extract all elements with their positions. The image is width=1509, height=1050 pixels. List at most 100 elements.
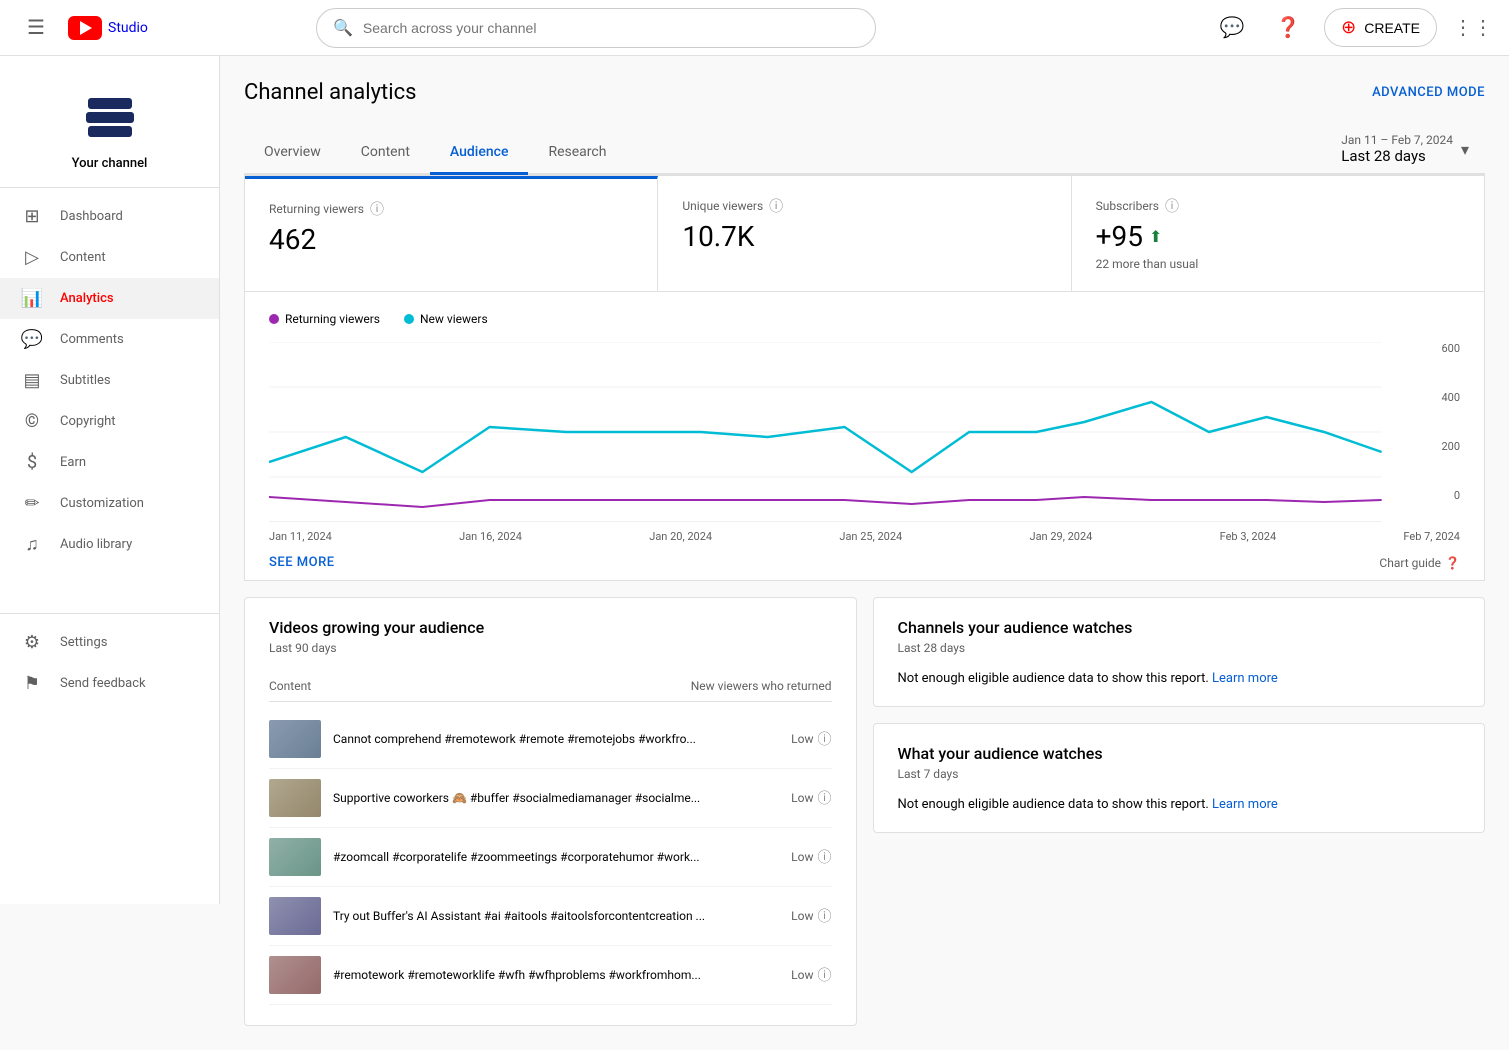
what-watches-learn-more-link[interactable]: Learn more [1212, 797, 1278, 812]
sidebar-item-customization[interactable]: ✏ Customization [0, 483, 219, 524]
x-label-4: Jan 29, 2024 [1030, 530, 1093, 543]
what-watches-empty-text: Not enough eligible audience data to sho… [898, 797, 1461, 812]
sidebar-item-comments[interactable]: 💬 Comments [0, 319, 219, 360]
what-watches-panel: What your audience watches Last 7 days N… [873, 723, 1486, 833]
tab-audience[interactable]: Audience [430, 132, 529, 175]
apps-icon-button[interactable]: ⋮⋮ [1453, 8, 1493, 48]
search-bar[interactable]: 🔍 [316, 8, 876, 48]
x-label-1: Jan 16, 2024 [459, 530, 522, 543]
apps-icon: ⋮⋮ [1453, 15, 1493, 40]
copyright-icon: © [20, 411, 44, 432]
channels-watches-title: Channels your audience watches [898, 618, 1461, 637]
info-icon-video0[interactable]: ⓘ [818, 729, 832, 749]
video-badge: Low ⓘ [791, 729, 831, 749]
info-icon-unique[interactable]: ⓘ [769, 196, 783, 216]
dashboard-icon: ⊞ [20, 206, 44, 227]
stat-value-subscribers: +95 ⬆ [1096, 220, 1460, 253]
comments-nav-icon: 💬 [20, 329, 44, 350]
logo-link[interactable]: Studio [68, 16, 148, 40]
stats-row: Returning viewers ⓘ 462 Unique viewers ⓘ… [244, 175, 1485, 292]
video-row[interactable]: Try out Buffer's AI Assistant #ai #aitoo… [269, 887, 832, 946]
video-thumbnail [269, 956, 321, 994]
sidebar-item-earn[interactable]: $ Earn [0, 442, 219, 483]
table-header: Content New viewers who returned [269, 671, 832, 702]
sidebar-item-subtitles[interactable]: ▤ Subtitles [0, 360, 219, 401]
sidebar-item-send-feedback[interactable]: ⚑ Send feedback [0, 663, 219, 704]
chart-legend: Returning viewers New viewers [269, 312, 1460, 326]
stat-label-subscribers: Subscribers ⓘ [1096, 196, 1460, 216]
info-icon[interactable]: ⓘ [370, 199, 384, 219]
chart-guide-button[interactable]: Chart guide ❓ [1379, 556, 1460, 570]
info-icon-video4[interactable]: ⓘ [818, 965, 832, 985]
stat-card-subscribers[interactable]: Subscribers ⓘ +95 ⬆ 22 more than usual [1072, 176, 1484, 291]
date-range-picker[interactable]: Jan 11 – Feb 7, 2024 Last 28 days ▾ [1325, 125, 1485, 173]
info-icon-video2[interactable]: ⓘ [818, 847, 832, 867]
create-button[interactable]: ⊕ CREATE [1324, 8, 1437, 47]
chart-area: Returning viewers New viewers 600 400 20… [244, 292, 1485, 581]
comments-icon: 💬 [1220, 15, 1245, 40]
sidebar-item-label: Comments [60, 332, 124, 347]
video-row[interactable]: #zoomcall #corporatelife #zoommeetings #… [269, 828, 832, 887]
stat-card-returning-viewers[interactable]: Returning viewers ⓘ 462 [245, 176, 658, 291]
sidebar-item-label: Copyright [60, 414, 116, 429]
video-row[interactable]: Cannot comprehend #remotework #remote #r… [269, 710, 832, 769]
date-range-label: Jan 11 – Feb 7, 2024 [1341, 133, 1453, 147]
video-row[interactable]: #remotework #remoteworklife #wfh #wfhpro… [269, 946, 832, 1005]
videos-growing-panel: Videos growing your audience Last 90 day… [244, 597, 857, 1026]
sidebar-item-label: Send feedback [60, 676, 146, 691]
sidebar-item-label: Analytics [60, 291, 114, 306]
analytics-icon: 📊 [20, 288, 44, 309]
video-thumbnail [269, 838, 321, 876]
search-input[interactable] [363, 20, 859, 36]
sidebar-item-content[interactable]: ▷ Content [0, 237, 219, 278]
tab-research[interactable]: Research [528, 132, 626, 175]
chart-footer: SEE MORE Chart guide ❓ [269, 555, 1460, 570]
video-row[interactable]: Supportive coworkers 🙈 #buffer #socialme… [269, 769, 832, 828]
sidebar-item-audio-library[interactable]: ♫ Audio library [0, 524, 219, 565]
channel-info: Your channel [0, 72, 219, 188]
sidebar-item-dashboard[interactable]: ⊞ Dashboard [0, 196, 219, 237]
stat-label-returning: Returning viewers ⓘ [269, 199, 633, 219]
video-badge: Low ⓘ [791, 847, 831, 867]
tab-content[interactable]: Content [341, 132, 430, 175]
channels-empty-text: Not enough eligible audience data to sho… [898, 671, 1461, 686]
nav-menu: ⊞ Dashboard ▷ Content 📊 Analytics 💬 Comm… [0, 196, 219, 565]
help-icon-button[interactable]: ❓ [1268, 8, 1308, 48]
advanced-mode-button[interactable]: ADVANCED MODE [1372, 85, 1485, 100]
see-more-button[interactable]: SEE MORE [269, 555, 335, 570]
channels-watches-sub: Last 28 days [898, 641, 1461, 655]
sidebar-item-analytics[interactable]: 📊 Analytics [0, 278, 219, 319]
channels-learn-more-link[interactable]: Learn more [1212, 671, 1278, 686]
video-info: #zoomcall #corporatelife #zoommeetings #… [333, 850, 779, 864]
what-watches-sub: Last 7 days [898, 767, 1461, 781]
bottom-section: Videos growing your audience Last 90 day… [244, 597, 1485, 1026]
settings-icon: ⚙ [20, 632, 44, 653]
hamburger-icon: ☰ [27, 15, 45, 40]
video-info: Try out Buffer's AI Assistant #ai #aitoo… [333, 909, 779, 923]
stat-card-unique-viewers[interactable]: Unique viewers ⓘ 10.7K [658, 176, 1071, 291]
feedback-icon: ⚑ [20, 673, 44, 694]
video-title: #remotework #remoteworklife #wfh #wfhpro… [333, 968, 779, 982]
sidebar-item-settings[interactable]: ⚙ Settings [0, 622, 219, 663]
videos-growing-sub: Last 90 days [269, 641, 832, 655]
chart-guide-label: Chart guide [1379, 556, 1441, 570]
analytics-header: Channel analytics ADVANCED MODE [244, 80, 1485, 105]
info-icon-subscribers[interactable]: ⓘ [1165, 196, 1179, 216]
main-content: Channel analytics ADVANCED MODE Overview… [220, 56, 1509, 1050]
stat-value-unique: 10.7K [682, 220, 1046, 253]
legend-dot-new [404, 314, 414, 324]
info-icon-video1[interactable]: ⓘ [818, 788, 832, 808]
earn-icon: $ [20, 452, 44, 473]
menu-button[interactable]: ☰ [16, 8, 56, 48]
youtube-icon [68, 16, 102, 40]
comments-icon-button[interactable]: 💬 [1212, 8, 1252, 48]
sidebar-item-copyright[interactable]: © Copyright [0, 401, 219, 442]
analytics-tabs: Overview Content Audience Research Jan 1… [244, 125, 1485, 175]
legend-label-new: New viewers [420, 312, 488, 326]
tab-overview[interactable]: Overview [244, 132, 341, 175]
video-title: Cannot comprehend #remotework #remote #r… [333, 732, 779, 746]
info-icon-video3[interactable]: ⓘ [818, 906, 832, 926]
sidebar-item-label: Content [60, 250, 106, 265]
audio-library-icon: ♫ [20, 534, 44, 555]
content-icon: ▷ [20, 247, 44, 268]
